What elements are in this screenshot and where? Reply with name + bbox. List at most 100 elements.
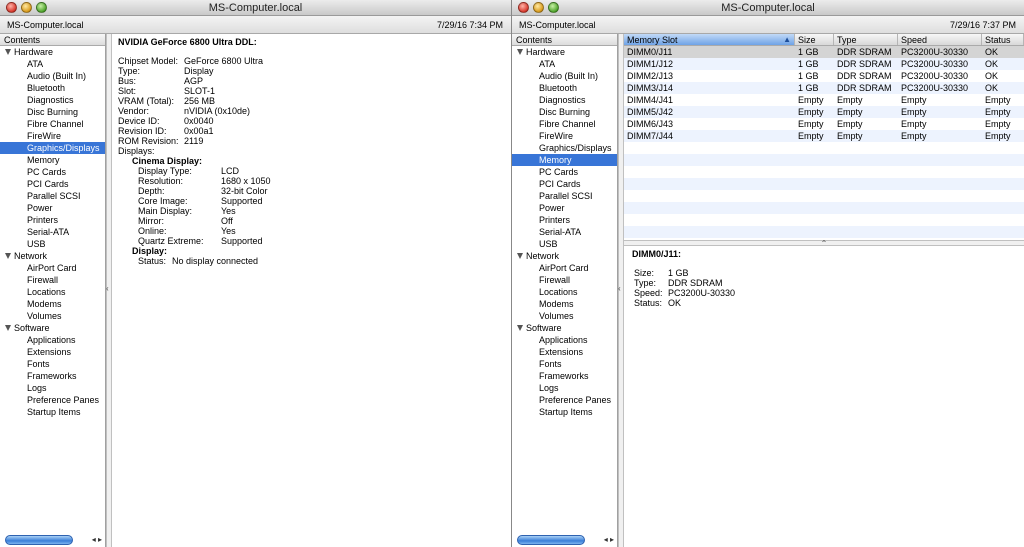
sidebar-item-fonts[interactable]: Fonts: [0, 358, 105, 370]
sidebar-item-printers[interactable]: Printers: [0, 214, 105, 226]
scroll-arrows-icon[interactable]: ◂ ▸: [604, 535, 614, 544]
sidebar-item-modems[interactable]: Modems: [0, 298, 105, 310]
title-bar[interactable]: MS-Computer.local: [512, 0, 1024, 16]
property-row: Bus: AGP: [118, 76, 505, 86]
sidebar-item-pc-cards[interactable]: PC Cards: [512, 166, 617, 178]
sidebar-item-logs[interactable]: Logs: [512, 382, 617, 394]
sidebar-item-locations[interactable]: Locations: [0, 286, 105, 298]
disclosure-triangle-icon[interactable]: [517, 49, 523, 55]
sidebar-item-firewire[interactable]: FireWire: [512, 130, 617, 142]
sidebar-item-firewall[interactable]: Firewall: [512, 274, 617, 286]
sidebar-item-fibre-channel[interactable]: Fibre Channel: [512, 118, 617, 130]
sidebar-group-hardware[interactable]: Hardware: [0, 46, 105, 58]
sidebar-item-memory[interactable]: Memory: [0, 154, 105, 166]
sidebar-item-ata[interactable]: ATA: [0, 58, 105, 70]
contents-sidebar: Contents Hardware ATA Audio (Built In) Blue…: [512, 34, 618, 547]
column-header-speed[interactable]: Speed: [898, 34, 982, 45]
column-header-memory-slot[interactable]: Memory Slot ▲: [624, 34, 795, 45]
column-header-type[interactable]: Type: [834, 34, 898, 45]
sidebar-group-hardware[interactable]: Hardware: [512, 46, 617, 58]
sidebar-item-disc-burning[interactable]: Disc Burning: [512, 106, 617, 118]
sidebar-item-frameworks[interactable]: Frameworks: [512, 370, 617, 382]
sidebar-item-usb[interactable]: USB: [512, 238, 617, 250]
sidebar-item-pci-cards[interactable]: PCI Cards: [512, 178, 617, 190]
scroll-arrows-icon[interactable]: ◂ ▸: [92, 535, 102, 544]
disclosure-triangle-icon[interactable]: [5, 325, 11, 331]
sidebar-item-graphics-displays[interactable]: Graphics/Displays: [512, 142, 617, 154]
sidebar-item-preference-panes[interactable]: Preference Panes: [0, 394, 105, 406]
sidebar-group-network[interactable]: Network: [0, 250, 105, 262]
table-detail-divider[interactable]: ⌃: [624, 240, 1024, 248]
table-row[interactable]: DIMM5/J42 Empty Empty Empty Empty: [624, 106, 1024, 118]
sidebar-item-volumes[interactable]: Volumes: [0, 310, 105, 322]
table-row-empty: [624, 166, 1024, 178]
horizontal-scrollbar[interactable]: ◂ ▸: [514, 535, 616, 545]
sidebar-item-frameworks[interactable]: Frameworks: [0, 370, 105, 382]
sidebar-item-fibre-channel[interactable]: Fibre Channel: [0, 118, 105, 130]
scroll-thumb[interactable]: [517, 535, 585, 545]
table-cell: 1 GB: [798, 47, 819, 57]
table-row[interactable]: DIMM1/J12 1 GB DDR SDRAM PC3200U-30330 OK: [624, 58, 1024, 70]
table-row[interactable]: DIMM3/J14 1 GB DDR SDRAM PC3200U-30330 OK: [624, 82, 1024, 94]
column-header-size[interactable]: Size: [795, 34, 834, 45]
sidebar-item-memory[interactable]: Memory: [512, 154, 617, 166]
table-row-empty: [624, 154, 1024, 166]
divider-grip-icon[interactable]: ‹: [106, 284, 109, 293]
sidebar-item-firewall[interactable]: Firewall: [0, 274, 105, 286]
sidebar-item-extensions[interactable]: Extensions: [0, 346, 105, 358]
sidebar-item-locations[interactable]: Locations: [512, 286, 617, 298]
table-row[interactable]: DIMM6/J43 Empty Empty Empty Empty: [624, 118, 1024, 130]
property-row: Slot: SLOT-1: [118, 86, 505, 96]
sidebar-item-startup-items[interactable]: Startup Items: [0, 406, 105, 418]
disclosure-triangle-icon[interactable]: [5, 253, 11, 259]
sidebar-item-airport-card[interactable]: AirPort Card: [0, 262, 105, 274]
property-row: ROM Revision: 2119: [118, 136, 505, 146]
column-header-status[interactable]: Status: [982, 34, 1024, 45]
sidebar-item-ata[interactable]: ATA: [512, 58, 617, 70]
divider-grip-icon[interactable]: ‹: [618, 284, 621, 293]
sidebar-item-disc-burning[interactable]: Disc Burning: [0, 106, 105, 118]
sidebar-item-preference-panes[interactable]: Preference Panes: [512, 394, 617, 406]
disclosure-triangle-icon[interactable]: [5, 49, 11, 55]
sidebar-item-usb[interactable]: USB: [0, 238, 105, 250]
sidebar-item-applications[interactable]: Applications: [512, 334, 617, 346]
contents-header: Contents: [0, 34, 105, 46]
disclosure-triangle-icon[interactable]: [517, 325, 523, 331]
sidebar-item-audio-built-in[interactable]: Audio (Built In): [512, 70, 617, 82]
sidebar-group-software[interactable]: Software: [0, 322, 105, 334]
sidebar-item-power[interactable]: Power: [0, 202, 105, 214]
table-row[interactable]: DIMM7/J44 Empty Empty Empty Empty: [624, 130, 1024, 142]
sidebar-item-logs[interactable]: Logs: [0, 382, 105, 394]
sidebar-item-serial-ata[interactable]: Serial-ATA: [512, 226, 617, 238]
sidebar-item-startup-items[interactable]: Startup Items: [512, 406, 617, 418]
sidebar-item-audio-built-in[interactable]: Audio (Built In): [0, 70, 105, 82]
table-row[interactable]: DIMM4/J41 Empty Empty Empty Empty: [624, 94, 1024, 106]
sidebar-item-volumes[interactable]: Volumes: [512, 310, 617, 322]
sidebar-item-fonts[interactable]: Fonts: [512, 358, 617, 370]
sidebar-item-diagnostics[interactable]: Diagnostics: [512, 94, 617, 106]
sidebar-item-bluetooth[interactable]: Bluetooth: [512, 82, 617, 94]
table-row[interactable]: DIMM2/J13 1 GB DDR SDRAM PC3200U-30330 OK: [624, 70, 1024, 82]
sidebar-item-printers[interactable]: Printers: [512, 214, 617, 226]
sidebar-item-serial-ata[interactable]: Serial-ATA: [0, 226, 105, 238]
scroll-thumb[interactable]: [5, 535, 73, 545]
sidebar-item-applications[interactable]: Applications: [0, 334, 105, 346]
horizontal-scrollbar[interactable]: ◂ ▸: [2, 535, 104, 545]
sidebar-group-software[interactable]: Software: [512, 322, 617, 334]
disclosure-triangle-icon[interactable]: [517, 253, 523, 259]
sidebar-group-network[interactable]: Network: [512, 250, 617, 262]
sidebar-item-pc-cards[interactable]: PC Cards: [0, 166, 105, 178]
sidebar-item-bluetooth[interactable]: Bluetooth: [0, 82, 105, 94]
title-bar[interactable]: MS-Computer.local: [0, 0, 511, 16]
sidebar-item-modems[interactable]: Modems: [512, 298, 617, 310]
sidebar-item-extensions[interactable]: Extensions: [512, 346, 617, 358]
sidebar-item-parallel-scsi[interactable]: Parallel SCSI: [512, 190, 617, 202]
sidebar-item-pci-cards[interactable]: PCI Cards: [0, 178, 105, 190]
sidebar-item-parallel-scsi[interactable]: Parallel SCSI: [0, 190, 105, 202]
table-row[interactable]: DIMM0/J11 1 GB DDR SDRAM PC3200U-30330 OK: [624, 46, 1024, 58]
sidebar-item-firewire[interactable]: FireWire: [0, 130, 105, 142]
sidebar-item-airport-card[interactable]: AirPort Card: [512, 262, 617, 274]
sidebar-item-diagnostics[interactable]: Diagnostics: [0, 94, 105, 106]
sidebar-item-power[interactable]: Power: [512, 202, 617, 214]
sidebar-item-graphics-displays[interactable]: Graphics/Displays: [0, 142, 105, 154]
